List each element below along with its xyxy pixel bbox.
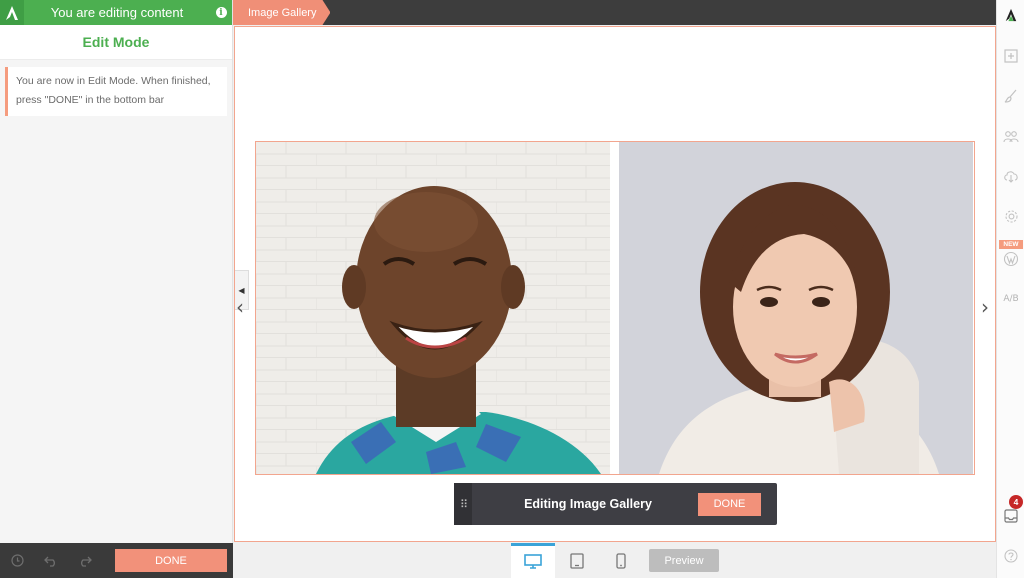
undo-icon[interactable] [34, 543, 68, 578]
left-footer: DONE [0, 543, 233, 578]
plus-icon[interactable] [997, 44, 1024, 68]
tablet-icon[interactable] [555, 543, 599, 578]
edit-toolbar: ⠿ Editing Image Gallery DONE [454, 483, 777, 525]
info-icon[interactable]: i [210, 7, 232, 18]
redo-icon[interactable] [68, 543, 102, 578]
mobile-icon[interactable] [599, 543, 643, 578]
edit-done-button[interactable]: DONE [698, 492, 761, 516]
drag-handle-icon[interactable]: ⠿ [454, 483, 472, 525]
chevron-left-icon[interactable]: ‹ [236, 295, 244, 319]
gallery-photo-woman[interactable] [619, 142, 973, 474]
mode-title: Edit Mode [0, 25, 232, 60]
gallery-photo-man[interactable] [256, 142, 610, 474]
brush-icon[interactable] [997, 84, 1024, 108]
wordpress-icon[interactable] [997, 247, 1024, 271]
gear-icon[interactable] [997, 204, 1024, 228]
preview-button[interactable]: Preview [649, 549, 719, 572]
breadcrumb-image-gallery[interactable]: Image Gallery [233, 0, 330, 25]
people-icon[interactable] [997, 124, 1024, 148]
status-header: You are editing content i [0, 0, 232, 25]
ab-test-icon[interactable]: A/B [997, 287, 1024, 311]
logo-a-icon[interactable] [997, 0, 1024, 30]
done-button[interactable]: DONE [115, 549, 227, 572]
editing-canvas[interactable]: ◀ ‹ › ⠿ Editing Image Gallery DONE [234, 26, 996, 542]
device-bar: Preview [233, 543, 996, 578]
desktop-icon[interactable] [511, 543, 555, 578]
logo-a-icon[interactable] [0, 0, 24, 25]
image-gallery[interactable] [255, 141, 975, 475]
top-bar: Image Gallery [233, 0, 996, 25]
notification-count-badge: 4 [1009, 495, 1023, 509]
chevron-right-icon[interactable]: › [981, 295, 989, 319]
cloud-download-icon[interactable] [997, 164, 1024, 188]
edit-mode-notice: You are now in Edit Mode. When finished,… [5, 67, 227, 116]
history-icon[interactable] [0, 543, 34, 578]
right-sidebar: NEW A/B 4 [996, 0, 1024, 578]
edit-toolbar-title: Editing Image Gallery [524, 497, 652, 511]
help-icon[interactable] [997, 544, 1024, 568]
left-panel: You are editing content i Edit Mode You … [0, 0, 233, 578]
status-title: You are editing content [50, 5, 184, 20]
